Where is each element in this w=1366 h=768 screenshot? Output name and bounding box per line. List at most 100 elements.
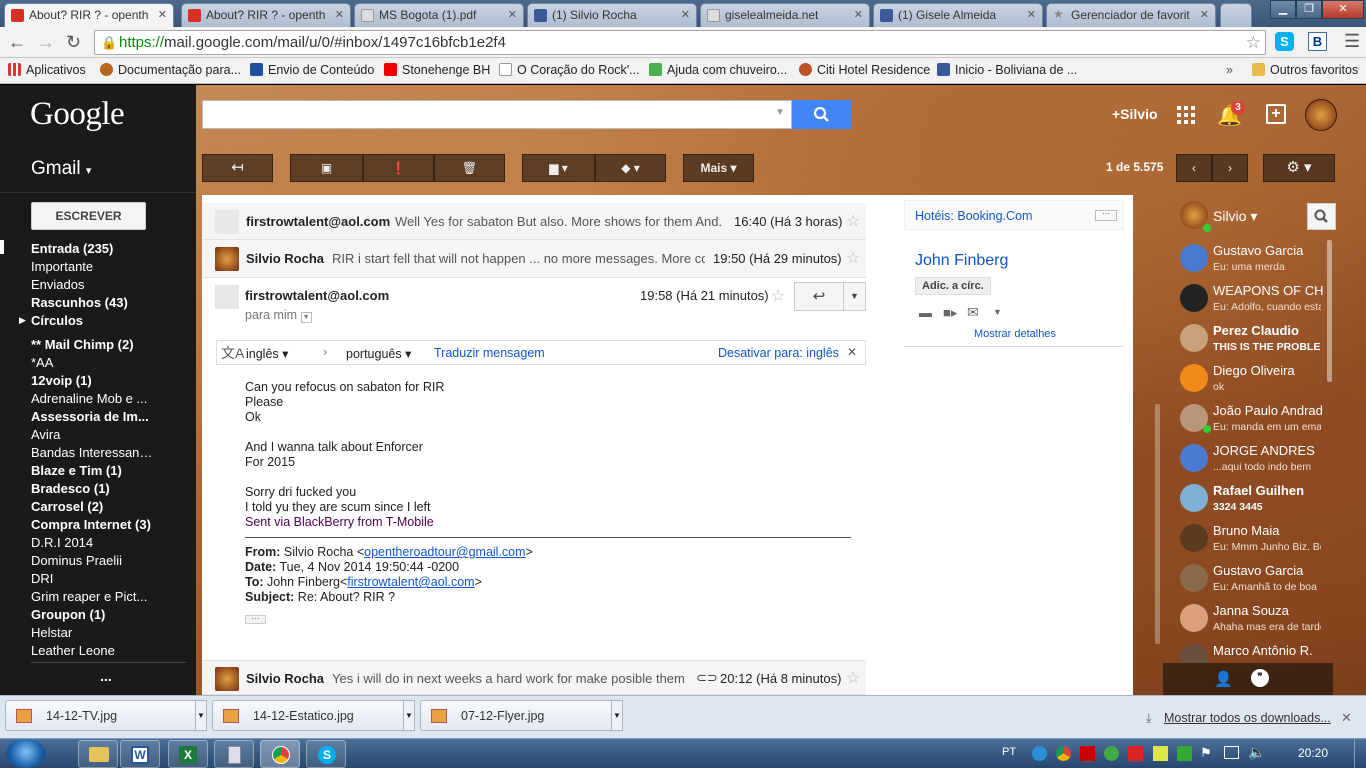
label-item[interactable]: Carrosel (2)	[31, 499, 153, 514]
volume-icon[interactable]: 🔈	[1248, 744, 1265, 761]
label-item[interactable]: Groupon (1)	[31, 607, 153, 622]
scrollbar[interactable]	[1155, 404, 1160, 644]
older-button[interactable]: ›	[1212, 154, 1248, 182]
browser-tab-6[interactable]: (1) Gisele Almeida ✕	[873, 3, 1043, 27]
show-details-link[interactable]: Mostrar detalhes	[974, 328, 1056, 340]
disable-translation-link[interactable]: Desativar para: inglês	[718, 346, 839, 360]
label-item[interactable]: Entrada (235)	[31, 241, 153, 256]
close-icon[interactable]: ✕	[847, 345, 857, 359]
label-item[interactable]: D.R.I 2014	[31, 535, 153, 550]
download-item[interactable]: 14-12-Estatico.jpg	[212, 700, 412, 731]
chat-contact[interactable]: Rafael Guilhen 3324 3445	[1180, 481, 1335, 521]
bookmark-item[interactable]: Documentação para...	[100, 63, 241, 77]
chat-contact[interactable]: Gustavo Garcia Eu: uma merda	[1180, 241, 1335, 281]
settings-button[interactable]: ⚙ ▾	[1263, 154, 1335, 182]
skype-extension-icon[interactable]: S	[1275, 32, 1294, 51]
chat-contact[interactable]: Gustavo Garcia Eu: Amanhã to de boa	[1180, 561, 1335, 601]
network-icon[interactable]	[1224, 746, 1239, 759]
chat-contact[interactable]: João Paulo Andrade Eu: manda em um email	[1180, 401, 1335, 441]
taskbar-word[interactable]: W	[120, 740, 160, 768]
taskbar-explorer[interactable]	[78, 740, 118, 768]
label-item[interactable]: 12voip (1)	[31, 373, 153, 388]
chevron-down-icon[interactable]: ▼	[403, 700, 415, 731]
label-item[interactable]: Rascunhos (43)	[31, 295, 153, 310]
avatar[interactable]	[1305, 99, 1337, 131]
browser-tab-3[interactable]: MS Bogota (1).pdf ✕	[354, 3, 524, 27]
label-item[interactable]: Círculos	[31, 313, 153, 328]
chat-icon[interactable]: ▬	[919, 305, 932, 320]
taskbar-excel[interactable]: X	[168, 740, 208, 768]
archive-button[interactable]: ▣	[290, 154, 363, 182]
target-language-select[interactable]: português ▾	[346, 346, 411, 361]
download-item[interactable]: 14-12-TV.jpg	[5, 700, 205, 731]
label-item[interactable]: Dominus Praelii	[31, 553, 153, 568]
chat-contact[interactable]: WEAPONS OF CHOICEEu: Adolfo, cuando esta…	[1180, 281, 1335, 321]
label-item[interactable]: ** Mail Chimp (2)	[31, 337, 153, 352]
close-icon[interactable]: ✕	[158, 8, 167, 21]
minimize-button[interactable]: ▁	[1270, 0, 1296, 19]
start-button[interactable]	[6, 739, 46, 768]
label-item[interactable]: Helstar	[31, 625, 153, 640]
source-language-select[interactable]: inglês ▾	[246, 346, 288, 361]
browser-tab-7[interactable]: ★ Gerenciador de favorit ✕	[1046, 3, 1216, 27]
booking-extension-icon[interactable]: B	[1308, 32, 1327, 51]
menu-icon[interactable]: ☰	[1344, 31, 1360, 52]
chevron-down-icon[interactable]: ▼	[300, 312, 312, 323]
chevron-down-icon[interactable]: ▼	[775, 107, 785, 118]
download-item[interactable]: 07-12-Flyer.jpg	[420, 700, 620, 731]
labels-button[interactable]: ◆ ▾	[595, 154, 666, 182]
close-icon[interactable]: ✕	[1027, 8, 1036, 21]
close-icon[interactable]: ✕	[681, 8, 690, 21]
label-item[interactable]: DRI	[31, 571, 153, 586]
label-item[interactable]: Bradesco (1)	[31, 481, 153, 496]
clock[interactable]: 20:20	[1298, 746, 1328, 760]
bookmark-item[interactable]: Citi Hotel Residence	[799, 63, 930, 77]
tray-icon[interactable]	[1153, 746, 1168, 761]
more-labels-button[interactable]: ...	[100, 668, 112, 684]
browser-tab-2[interactable]: About? RIR ? - openth ✕	[181, 3, 351, 27]
star-icon[interactable]: ☆	[771, 286, 785, 306]
search-button[interactable]	[792, 100, 852, 129]
close-icon[interactable]: ✕	[508, 8, 517, 21]
show-all-downloads-link[interactable]: Mostrar todos os downloads...	[1164, 711, 1331, 725]
close-icon[interactable]: ✕	[1200, 8, 1209, 21]
taskbar-skype[interactable]: S	[306, 740, 346, 768]
chevron-down-icon[interactable]: ▼	[195, 700, 207, 731]
bookmark-other[interactable]: Outros favoritos	[1252, 63, 1358, 77]
chat-contact[interactable]: Diego Oliveira ok	[1180, 361, 1335, 401]
taskbar-chrome[interactable]	[260, 740, 300, 768]
share-plus-icon[interactable]: +	[1266, 104, 1286, 124]
label-item[interactable]: Enviados	[31, 277, 153, 292]
tray-icon[interactable]	[1128, 746, 1143, 761]
bookmark-item[interactable]: Stonehenge BH	[384, 63, 490, 77]
label-item[interactable]: Avira	[31, 427, 153, 442]
more-actions-button[interactable]: ▼	[843, 282, 866, 311]
tray-icon[interactable]	[1177, 746, 1192, 761]
bookmark-star-icon[interactable]: ☆	[1246, 31, 1261, 54]
label-item[interactable]: Importante	[31, 259, 153, 274]
restore-button[interactable]: ❐	[1296, 0, 1322, 19]
window-close-button[interactable]: ✕	[1322, 0, 1364, 19]
chat-contact[interactable]: Marco Antônio R.	[1180, 641, 1335, 663]
chat-status-menu[interactable]: Silvio ▾	[1213, 208, 1257, 225]
hangouts-icon[interactable]: ❞	[1251, 669, 1269, 687]
delete-button[interactable]: 🗑	[434, 154, 505, 182]
show-trimmed-button[interactable]: ···	[245, 615, 266, 624]
collapsed-message[interactable]: Silvio Rocha RIR i start fell that will …	[202, 240, 866, 278]
mail-icon[interactable]: ✉	[967, 304, 979, 321]
email-link[interactable]: opentheroadtour@gmail.com	[364, 545, 525, 559]
label-item[interactable]: Blaze e Tim (1)	[31, 463, 153, 478]
tray-icon[interactable]	[1104, 746, 1119, 761]
add-to-circles-button[interactable]: Adic. a círc.	[915, 277, 991, 295]
close-icon[interactable]: ✕	[854, 8, 863, 21]
label-item[interactable]: Bandas Interessant...	[31, 445, 153, 460]
tray-icon[interactable]	[1032, 746, 1047, 761]
chat-contact[interactable]: Bruno MaiaEu: Mmm Junho Biz. Bom	[1180, 521, 1335, 561]
newer-button[interactable]: ‹	[1176, 154, 1212, 182]
star-icon[interactable]: ☆	[846, 211, 860, 231]
chevron-down-icon[interactable]: ▼	[993, 307, 1002, 317]
chat-search-button[interactable]	[1307, 203, 1336, 230]
translate-message-link[interactable]: Traduzir mensagem	[434, 346, 545, 360]
apps-grid-icon[interactable]	[1177, 106, 1195, 124]
show-desktop-button[interactable]	[1354, 739, 1366, 768]
